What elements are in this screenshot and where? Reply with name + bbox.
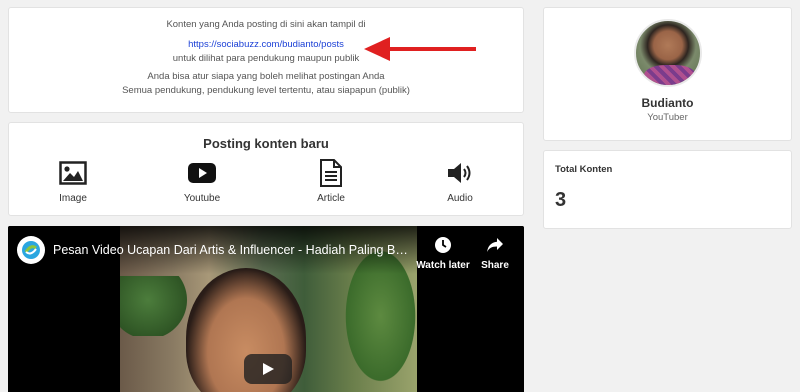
new-post-title: Posting konten baru xyxy=(203,136,329,151)
audio-icon xyxy=(420,157,500,189)
posts-info-card: Konten yang Anda posting di sini akan ta… xyxy=(8,7,524,113)
play-icon xyxy=(263,363,274,375)
post-audio-label: Audio xyxy=(447,193,473,204)
share-button[interactable]: Share xyxy=(466,236,524,271)
post-youtube-label: Youtube xyxy=(183,193,221,204)
channel-logo-icon[interactable] xyxy=(17,236,45,264)
avatar[interactable] xyxy=(634,19,702,87)
video-title[interactable]: Pesan Video Ucapan Dari Artis & Influenc… xyxy=(53,243,411,257)
avatar-shirt xyxy=(644,65,696,85)
info-line-5: Semua pendukung, pendukung level tertent… xyxy=(122,85,410,96)
info-line-4: Anda bisa atur siapa yang boleh melihat … xyxy=(147,71,385,82)
youtube-video-embed[interactable]: Pesan Video Ucapan Dari Artis & Influenc… xyxy=(8,226,524,392)
total-content-value: 3 xyxy=(555,189,567,211)
watch-later-button[interactable]: Watch later xyxy=(414,236,472,271)
youtube-icon xyxy=(162,157,242,189)
profile-card: Budianto YouTuber xyxy=(543,7,792,141)
post-youtube-button[interactable]: Youtube xyxy=(162,157,242,204)
profile-name: Budianto xyxy=(641,96,694,110)
post-image-button[interactable]: Image xyxy=(33,157,113,204)
total-content-label: Total Konten xyxy=(555,164,613,175)
clock-icon xyxy=(435,237,451,253)
new-post-card: Posting konten baru Image Youtube Articl… xyxy=(8,122,524,216)
video-scenery xyxy=(120,276,190,336)
share-icon xyxy=(487,238,503,252)
post-article-label: Article xyxy=(317,193,345,204)
total-content-card: Total Konten 3 xyxy=(543,150,792,229)
profile-role: YouTuber xyxy=(647,112,688,123)
post-audio-button[interactable]: Audio xyxy=(420,157,500,204)
info-line-1: Konten yang Anda posting di sini akan ta… xyxy=(166,19,366,30)
watch-later-label: Watch later xyxy=(416,260,470,271)
post-article-button[interactable]: Article xyxy=(291,157,371,204)
post-image-label: Image xyxy=(59,193,87,204)
play-button[interactable] xyxy=(244,354,292,384)
article-icon xyxy=(291,157,371,189)
red-arrow-icon xyxy=(364,37,476,61)
share-label: Share xyxy=(481,260,509,271)
image-icon xyxy=(33,157,113,189)
